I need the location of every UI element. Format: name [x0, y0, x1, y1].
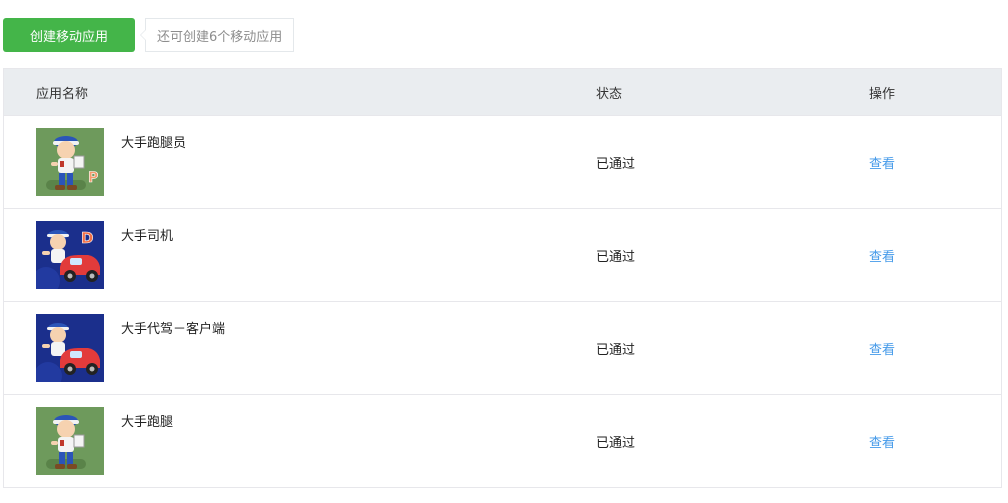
table-header: 应用名称 状态 操作	[4, 69, 1001, 116]
table-row: P 大手跑腿员 已通过 查看	[4, 116, 1001, 209]
courier-cartoon-icon: P	[36, 128, 104, 196]
app-status: 已通过	[596, 250, 636, 265]
view-app-link[interactable]: 查看	[869, 339, 895, 358]
header-status: 状态	[596, 86, 623, 102]
table-row: 大手代驾－客户端 已通过 查看	[4, 302, 1001, 395]
courier-cartoon-icon	[36, 407, 104, 475]
app-name: 大手跑腿员	[121, 136, 187, 151]
create-mobile-app-button[interactable]: 创建移动应用	[3, 18, 135, 52]
svg-text:P: P	[88, 170, 98, 186]
table-row: 大手跑腿 已通过 查看	[4, 395, 1001, 488]
view-app-link[interactable]: 查看	[869, 432, 895, 451]
driver-car-cartoon-icon: D	[36, 221, 104, 289]
app-name: 大手司机	[121, 229, 174, 244]
header-app-name: 应用名称	[36, 86, 89, 102]
driver-car-cartoon-icon	[36, 314, 104, 382]
table-row: D 大手司机 已通过 查看	[4, 209, 1001, 302]
app-table: 应用名称 状态 操作 P 大手跑腿员 已通过 查看 D 大手司机 已通过 查看 …	[3, 68, 1002, 488]
remaining-quota-tip: 还可创建6个移动应用	[139, 18, 295, 52]
app-name: 大手跑腿	[121, 415, 174, 430]
svg-text:D: D	[81, 229, 93, 247]
app-status: 已通过	[596, 343, 636, 358]
view-app-link[interactable]: 查看	[869, 246, 895, 265]
toolbar: 创建移动应用 还可创建6个移动应用	[3, 18, 295, 52]
app-name: 大手代驾－客户端	[121, 322, 226, 337]
app-status: 已通过	[596, 436, 636, 451]
view-app-link[interactable]: 查看	[869, 153, 895, 172]
header-action: 操作	[869, 86, 896, 102]
app-status: 已通过	[596, 157, 636, 172]
